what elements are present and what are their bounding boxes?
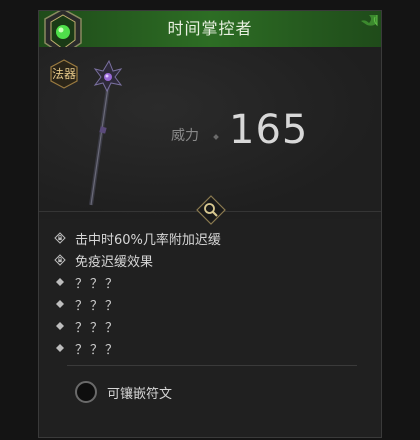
vine-ornament-icon [361, 15, 378, 27]
affix-text: ？？？ [75, 298, 121, 314]
affix-row: ？？？ [53, 293, 369, 315]
affix-row: 免疫迟缓效果 [53, 249, 369, 271]
power-separator [213, 134, 219, 140]
affix-text: ？？？ [75, 342, 121, 358]
affix-row: 击中时60%几率附加迟缓 [53, 227, 369, 249]
rune-socket-label: 可镶嵌符文 [107, 387, 173, 402]
affix-row: ？？？ [53, 315, 369, 337]
socket-divider [67, 365, 357, 366]
item-type-badge: 法器 [49, 59, 79, 89]
item-type-label: 法器 [51, 67, 76, 81]
affix-list: 击中时60%几率附加迟缓 免疫迟缓效果 ？？？ ？？？ ？？？ ？？？ [53, 227, 369, 359]
affix-text: ？？？ [75, 276, 121, 292]
affix-text: 免疫迟缓效果 [75, 254, 154, 270]
affix-row: ？？？ [53, 337, 369, 359]
power-label: 威力 [171, 128, 199, 144]
staff-icon [89, 59, 123, 206]
power-value: 165 [229, 107, 309, 153]
item-tooltip-panel: 时间掌控者 法器 威力 165 击中时60%几率附加迟缓 免疫迟缓效果 ？？？ … [38, 10, 382, 438]
magnifier-icon[interactable] [196, 195, 226, 225]
diamond-bullet-icon [53, 275, 67, 289]
affix-row: ？？？ [53, 271, 369, 293]
affix-text: ？？？ [75, 320, 121, 336]
rune-socket[interactable] [75, 381, 97, 403]
item-header: 时间掌控者 [39, 11, 381, 48]
lock-icon [53, 253, 67, 267]
item-name: 时间掌控者 [167, 19, 253, 38]
item-overview: 法器 威力 165 [39, 47, 381, 219]
affix-text: 击中时60%几率附加迟缓 [75, 232, 221, 248]
diamond-bullet-icon [53, 341, 67, 355]
diamond-bullet-icon [53, 319, 67, 333]
lock-icon [53, 231, 67, 245]
diamond-bullet-icon [53, 297, 67, 311]
